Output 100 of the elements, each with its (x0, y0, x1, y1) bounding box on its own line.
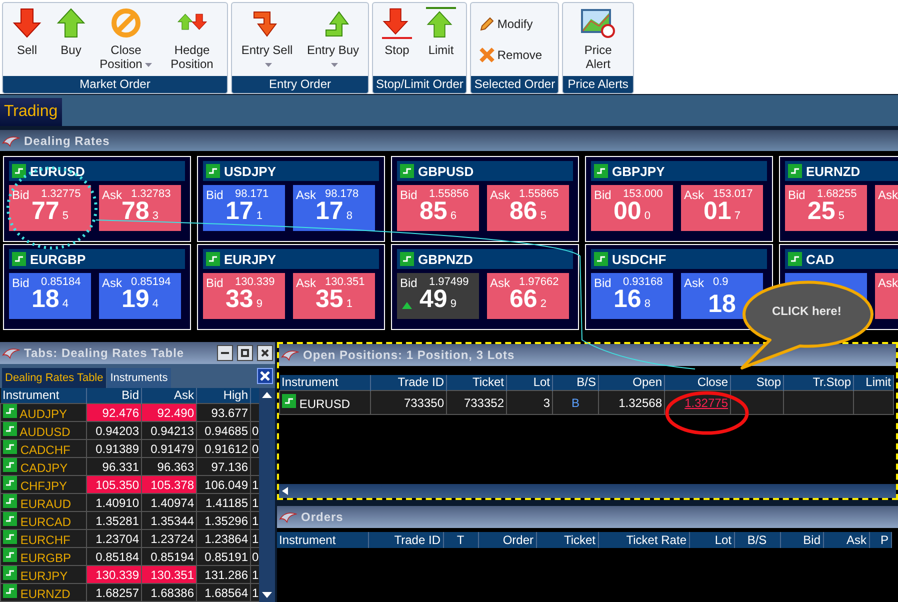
quote-box[interactable]: Ask 0.85194 19 4 (99, 273, 181, 320)
column-header[interactable]: Bid (86, 388, 142, 404)
instrument-symbol: EURJPY (224, 252, 276, 267)
column-header[interactable]: B/S (734, 532, 780, 548)
table-cell: B (552, 390, 598, 414)
column-header[interactable]: Instrument (280, 374, 370, 390)
close-rate-link[interactable]: 1.32775 (684, 396, 728, 410)
quote-box[interactable]: Bid 0.85184 18 4 (9, 273, 91, 320)
column-header[interactable]: Lot (689, 532, 734, 548)
column-header[interactable]: High (196, 388, 250, 404)
column-header[interactable]: Instrument (0, 388, 86, 404)
column-header[interactable]: Ticket (536, 532, 598, 548)
table-cell: 130.351 (142, 566, 196, 584)
table-cell: 1.23724 (142, 530, 196, 548)
quote-label: Ask (878, 188, 898, 202)
instrument-symbol: GBPUSD (418, 164, 474, 179)
close-button[interactable] (257, 344, 273, 360)
quote-box[interactable]: Ask 130.351 35 1 (293, 273, 375, 320)
quote-label: Ask (684, 276, 704, 290)
toolbar-button[interactable]: Close Position (95, 5, 157, 74)
quote-label: Ask (102, 276, 122, 290)
table-cell: EURJPY (0, 566, 86, 584)
toolbar-button[interactable]: Remove (477, 47, 552, 64)
column-header[interactable]: Order (478, 532, 536, 548)
quote-box[interactable]: Ask 1.32783 78 3 (99, 185, 181, 232)
instrument-icon (3, 548, 17, 562)
table-cell: 1.23864 (196, 530, 250, 548)
quote-box[interactable]: Bid 1.68255 25 5 (785, 185, 867, 232)
big-figure: 18 (707, 290, 737, 318)
quote-label: Bid (788, 188, 806, 202)
column-header[interactable]: Ticket Rate (598, 532, 689, 548)
column-header[interactable]: Ask (142, 388, 196, 404)
scrollbar[interactable] (279, 484, 896, 498)
quote-box[interactable]: Bid 153.000 00 0 (591, 185, 673, 232)
quote-box[interactable]: Ask 98.178 17 8 (293, 185, 375, 232)
eagle-icon (2, 134, 20, 147)
tab[interactable]: Instruments (107, 368, 171, 388)
column-header[interactable]: Stop (730, 374, 784, 390)
quote-box[interactable]: Bid 98.171 17 1 (203, 185, 285, 232)
toolbar-button[interactable]: Buy (51, 5, 91, 74)
group-label: Stop/Limit Order (373, 76, 466, 94)
table-cell: EURCAD (0, 512, 86, 530)
toolbar-button[interactable]: Price Alert (567, 5, 630, 74)
close-icon (479, 47, 496, 64)
quote-box[interactable]: Bid 1.97499 49 9 (397, 273, 479, 320)
instrument-icon (3, 494, 17, 508)
toolbar-button[interactable]: Limit (421, 5, 461, 74)
quote-box[interactable]: Bid 1.32775 77 5 (9, 185, 91, 232)
column-header[interactable]: Close (664, 374, 730, 390)
column-header[interactable]: B/S (552, 374, 598, 390)
quote-box[interactable]: Bid 130.339 33 9 (203, 273, 285, 320)
column-header[interactable]: P (869, 532, 891, 548)
column-header[interactable]: Trade ID (368, 532, 443, 548)
column-header[interactable]: Tr.Stop (784, 374, 854, 390)
minimize-button[interactable] (217, 344, 233, 360)
column-header[interactable]: Instrument (277, 532, 368, 548)
panel-title: Dealing Rates (24, 134, 110, 148)
instrument-symbol: GBPNZD (418, 252, 473, 267)
maximize-icon (241, 348, 249, 356)
scrollbar[interactable] (259, 388, 275, 602)
quote-box[interactable]: Ask 1.97662 66 2 (487, 273, 569, 320)
column-header[interactable]: Open (598, 374, 664, 390)
table-cell: 130.339 (86, 566, 142, 584)
table-cell: CHFJPY (0, 476, 86, 494)
column-header[interactable]: Ask (823, 532, 869, 548)
table-cell: 106.049 (196, 476, 250, 494)
toolbar-button[interactable]: Entry Sell (236, 5, 298, 74)
column-header[interactable]: Lot (506, 374, 552, 390)
instrument-icon (12, 164, 26, 178)
toolbar-button[interactable]: Stop (377, 5, 417, 74)
tab[interactable]: Trading (0, 98, 62, 126)
table-cell: 0.85191 (196, 548, 250, 566)
quote-label: Bid (206, 188, 224, 202)
toolbar-button[interactable]: Entry Buy (302, 5, 364, 74)
table-cell: 1.68257 (86, 584, 142, 602)
instrument-icon (3, 422, 17, 436)
column-header[interactable]: T (443, 532, 478, 548)
instrument-icon (400, 164, 414, 178)
table-cell: 92.490 (142, 404, 196, 422)
quote-box[interactable]: Ask (875, 185, 898, 232)
quote-box[interactable]: Ask (875, 273, 898, 320)
toolbar-button[interactable]: Sell (7, 5, 47, 74)
column-header[interactable]: Bid (780, 532, 823, 548)
column-header[interactable]: Limit (854, 374, 894, 390)
table-cell: 97.136 (196, 458, 250, 476)
column-header[interactable]: Trade ID (370, 374, 446, 390)
callout-text: CLICK here! (772, 304, 842, 318)
maximize-button[interactable] (237, 344, 253, 360)
instrument-icon (3, 584, 17, 598)
close-button[interactable] (257, 368, 273, 384)
toolbar-button[interactable]: Modify (477, 16, 552, 32)
quote-box[interactable]: Bid 1.55856 85 6 (397, 185, 479, 232)
quote-box[interactable]: Ask 1.55865 86 5 (487, 185, 569, 232)
toolbar-button[interactable]: Hedge Position (161, 5, 223, 74)
table-cell: 1.35296 (196, 512, 250, 530)
column-header[interactable]: Ticket (446, 374, 506, 390)
table-cell: 0.94213 (142, 422, 196, 440)
quote-box[interactable]: Bid 0.93168 16 8 (591, 273, 673, 320)
quote-box[interactable]: Ask 153.017 01 7 (681, 185, 763, 232)
tab[interactable]: Dealing Rates Table (2, 368, 106, 388)
